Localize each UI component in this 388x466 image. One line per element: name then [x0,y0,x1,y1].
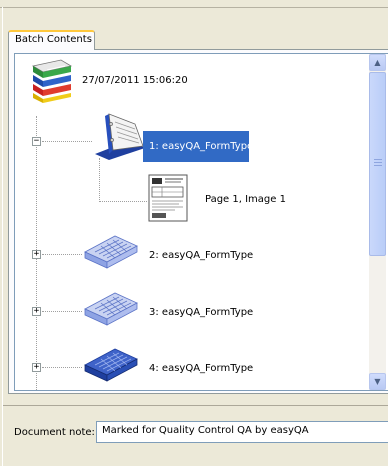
tab-batch-contents[interactable]: Batch Contents [8,30,95,50]
expand-toggle[interactable]: + [32,307,41,316]
document-note-label: Document note: [14,427,95,438]
document-4-label[interactable]: 4: easyQA_FormType [149,362,253,375]
vertical-scrollbar[interactable]: ▲ ▼ [369,54,386,390]
thumb-grip [374,165,382,166]
expand-toggle[interactable]: + [32,363,41,372]
document-1-label: 1: easyQA_FormType [149,141,254,152]
scroll-down-button[interactable]: ▼ [369,373,386,390]
panel-separator [3,405,388,406]
closed-binder-icon[interactable] [81,287,141,327]
window-left-border [2,7,3,466]
window-top-border [0,7,388,8]
batch-tree-view[interactable]: 27/07/2011 15:06:20 − 1: easyQA_FormType [14,53,388,391]
collapse-toggle[interactable]: − [32,137,41,146]
batch-trays-icon[interactable] [27,58,75,104]
thumb-grip [374,162,382,163]
open-binder-icon[interactable] [91,110,147,160]
document-3-label[interactable]: 3: easyQA_FormType [149,306,253,319]
page-1-label[interactable]: Page 1, Image 1 [205,193,286,206]
document-2-label[interactable]: 2: easyQA_FormType [149,249,253,262]
batch-node-label[interactable]: 27/07/2011 15:06:20 [82,74,188,87]
document-note-field[interactable]: Marked for Quality Control QA by easyQA [96,421,388,443]
tree-line [99,158,100,202]
tree-line [42,311,82,312]
closed-binder-dark-icon[interactable] [81,343,141,383]
tree-line [42,141,92,142]
page-thumbnail-icon[interactable] [147,173,191,223]
scroll-up-button[interactable]: ▲ [369,54,386,71]
tree-line [99,201,147,202]
closed-binder-icon[interactable] [81,230,141,270]
document-1-node[interactable]: 1: easyQA_FormType [143,131,253,162]
expand-toggle[interactable]: + [32,250,41,259]
tree-line [42,254,82,255]
scroll-thumb[interactable] [369,72,386,256]
thumb-grip [374,159,382,160]
tree-line [42,367,82,368]
